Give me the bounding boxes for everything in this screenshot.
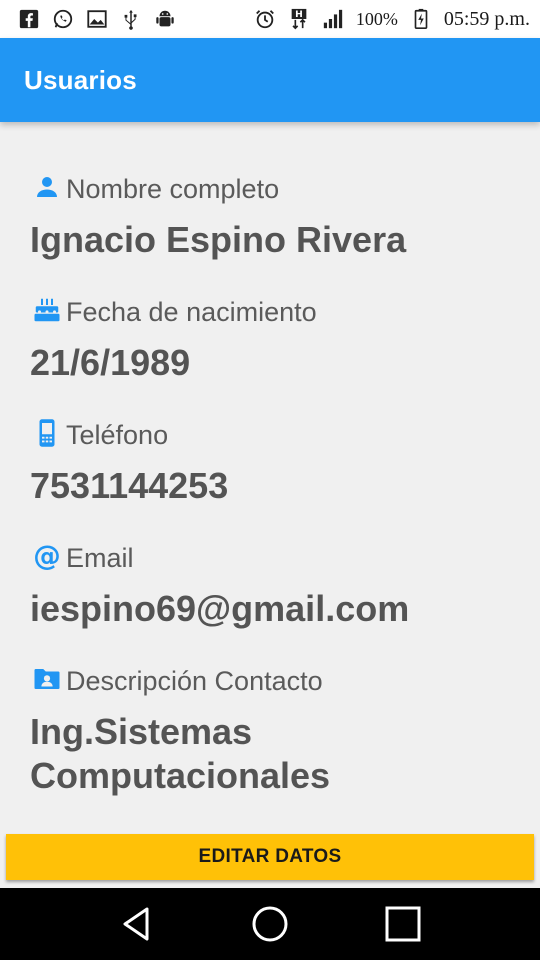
field-value: 21/6/1989 [30, 342, 191, 383]
phone-icon [30, 416, 64, 450]
image-icon [86, 8, 108, 30]
signal-icon [322, 8, 344, 30]
network-h-icon: H [288, 8, 310, 30]
field-label: Fecha de nacimiento [66, 297, 317, 327]
person-icon [30, 170, 64, 204]
field-email: @ Email iespino69@gmail.com [30, 539, 520, 631]
page-title: Usuarios [24, 64, 137, 95]
status-system-icons: H 100% 05:59 p.m. [254, 8, 530, 31]
edit-data-button[interactable]: EDITAR DATOS [6, 834, 534, 880]
field-value: 7531144253 [30, 465, 229, 506]
contact-folder-icon [30, 662, 64, 696]
field-value: iespino69@gmail.com [30, 588, 410, 629]
recents-square-icon [385, 906, 421, 942]
back-triangle-icon [123, 907, 149, 941]
field-label: Teléfono [66, 420, 169, 450]
alarm-icon [254, 8, 276, 30]
usb-icon [120, 8, 142, 30]
user-details: Nombre completo Ignacio Espino Rivera Fe… [0, 122, 540, 888]
home-button[interactable] [246, 900, 294, 948]
at-icon: @ [30, 539, 64, 573]
status-time: 05:59 p.m. [443, 7, 530, 30]
whatsapp-icon [52, 8, 74, 30]
cake-icon [30, 293, 64, 327]
status-bar: H 100% 05:59 p.m. [0, 0, 540, 38]
status-notification-icons [18, 8, 176, 30]
navigation-bar [0, 888, 540, 960]
field-birthdate: Fecha de nacimiento 21/6/1989 [30, 293, 520, 385]
field-label: Email [66, 543, 134, 573]
facebook-icon [18, 8, 40, 30]
android-debug-icon [154, 8, 176, 30]
field-label: Nombre completo [66, 174, 280, 204]
field-description: Descripción Contacto Ing.Sistemas Comput… [30, 662, 520, 798]
field-value: Ignacio Espino Rivera [30, 219, 407, 260]
svg-text:H: H [295, 9, 303, 20]
field-name: Nombre completo Ignacio Espino Rivera [30, 170, 520, 262]
battery-percent: 100% [355, 8, 398, 29]
back-button[interactable] [113, 900, 161, 948]
app-bar: Usuarios [0, 38, 540, 122]
recents-button[interactable] [379, 900, 427, 948]
home-circle-icon [252, 906, 288, 942]
field-value: Ing.Sistemas Computacionales [30, 711, 331, 796]
field-phone: Teléfono 7531144253 [30, 416, 520, 508]
battery-charging-icon [410, 8, 432, 30]
field-label: Descripción Contacto [66, 666, 323, 696]
svg-text:@: @ [33, 541, 61, 571]
